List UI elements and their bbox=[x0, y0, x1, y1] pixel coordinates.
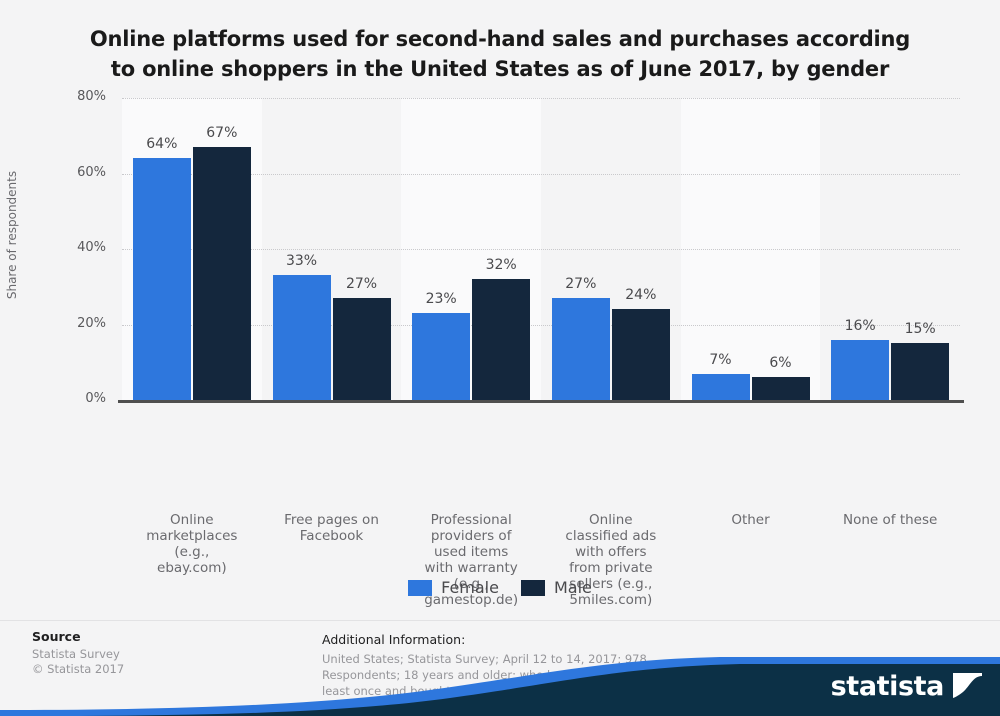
category-label-line: Online bbox=[170, 512, 214, 528]
statista-chart-page: Online platforms used for second-hand sa… bbox=[0, 0, 1000, 716]
y-axis-label: Share of respondents bbox=[5, 170, 19, 300]
bar-male[interactable] bbox=[611, 309, 670, 400]
legend-label: Female bbox=[441, 578, 499, 597]
bar-value-label: 67% bbox=[206, 125, 238, 142]
chart-legend: Female Male bbox=[0, 578, 1000, 597]
bar-female[interactable] bbox=[272, 275, 331, 400]
bar-male[interactable] bbox=[751, 377, 810, 400]
y-axis-tick: 60% bbox=[77, 164, 106, 180]
y-axis-tick: 0% bbox=[85, 391, 106, 406]
legend-swatch-icon bbox=[408, 579, 433, 596]
category-label-line: Online bbox=[589, 512, 633, 528]
bar-male[interactable] bbox=[332, 298, 391, 400]
x-axis-category-label: Online marketplaces (e.g., ebay.com) bbox=[122, 512, 262, 576]
bar-value-label: 7% bbox=[709, 351, 732, 368]
y-axis-tick: 20% bbox=[77, 315, 106, 331]
x-axis-category-label: None of these bbox=[820, 512, 960, 528]
bar-female[interactable] bbox=[691, 373, 750, 400]
category-label-line: providers of bbox=[430, 528, 512, 544]
bar-value-label: 33% bbox=[285, 253, 318, 270]
x-axis-line bbox=[118, 400, 964, 403]
category-label-line: used items bbox=[434, 544, 509, 560]
bar-value-label: 23% bbox=[425, 291, 457, 308]
bar-value-label: 6% bbox=[769, 355, 792, 372]
additional-information-heading: Additional Information: bbox=[322, 632, 466, 647]
x-axis-category-label: Free pages on Facebook bbox=[262, 512, 402, 544]
bar-value-label: 15% bbox=[904, 321, 936, 338]
category-label-line: (e.g., bbox=[174, 544, 210, 560]
legend-label: Male bbox=[553, 578, 592, 597]
bar-value-label: 24% bbox=[625, 287, 657, 304]
legend-swatch-icon bbox=[520, 579, 545, 596]
bar-male[interactable] bbox=[472, 279, 531, 400]
gridline bbox=[122, 98, 960, 99]
bar-female[interactable] bbox=[551, 298, 610, 400]
category-label-line: classified ads bbox=[565, 528, 657, 544]
y-axis-tick: 80% bbox=[77, 89, 106, 104]
statista-s-curve-icon bbox=[953, 673, 982, 699]
category-label-line: ebay.com) bbox=[157, 560, 227, 576]
bar-value-label: 27% bbox=[345, 276, 378, 293]
page-title-line-1: Online platforms used for second-hand sa… bbox=[89, 27, 911, 51]
category-label-line: Other bbox=[731, 512, 770, 528]
legend-item-female[interactable]: Female bbox=[408, 578, 499, 597]
bar-value-label: 32% bbox=[485, 257, 517, 274]
statista-logo-text: statista bbox=[830, 671, 945, 702]
bar-male[interactable] bbox=[192, 147, 251, 400]
page-title: Online platforms used for second-hand sa… bbox=[50, 24, 950, 84]
footer-divider bbox=[0, 620, 1000, 621]
category-label-line: from private bbox=[569, 560, 653, 576]
bar-male[interactable] bbox=[891, 343, 950, 400]
bar-female[interactable] bbox=[132, 158, 191, 400]
category-label-line: None of these bbox=[843, 512, 938, 528]
bar-chart: 0% 20% 40% 60% 80% Share of respondents 64% 6… bbox=[0, 89, 1000, 608]
bar-value-label: 27% bbox=[565, 276, 597, 293]
category-label-line: Facebook bbox=[299, 528, 364, 544]
category-label-line: marketplaces bbox=[146, 528, 238, 544]
category-label-line: with warranty bbox=[424, 560, 518, 576]
legend-item-male[interactable]: Male bbox=[520, 578, 592, 597]
bar-female[interactable] bbox=[412, 313, 471, 400]
category-label-line: Free pages on bbox=[284, 512, 379, 528]
bar-value-label: 64% bbox=[146, 136, 178, 153]
bar-female[interactable] bbox=[831, 339, 890, 400]
s-curve-glyph bbox=[953, 676, 982, 699]
source-heading: Source bbox=[32, 629, 81, 644]
bar-value-label: 16% bbox=[844, 317, 876, 334]
statista-logo-banner: statista bbox=[0, 646, 1000, 716]
category-label-line: Professional bbox=[430, 512, 512, 528]
category-label-line: with offers bbox=[575, 544, 647, 560]
x-axis-category-label: Other bbox=[681, 512, 821, 528]
page-title-line-2: to online shoppers in the United States … bbox=[110, 57, 890, 81]
y-axis-tick: 40% bbox=[77, 240, 106, 255]
